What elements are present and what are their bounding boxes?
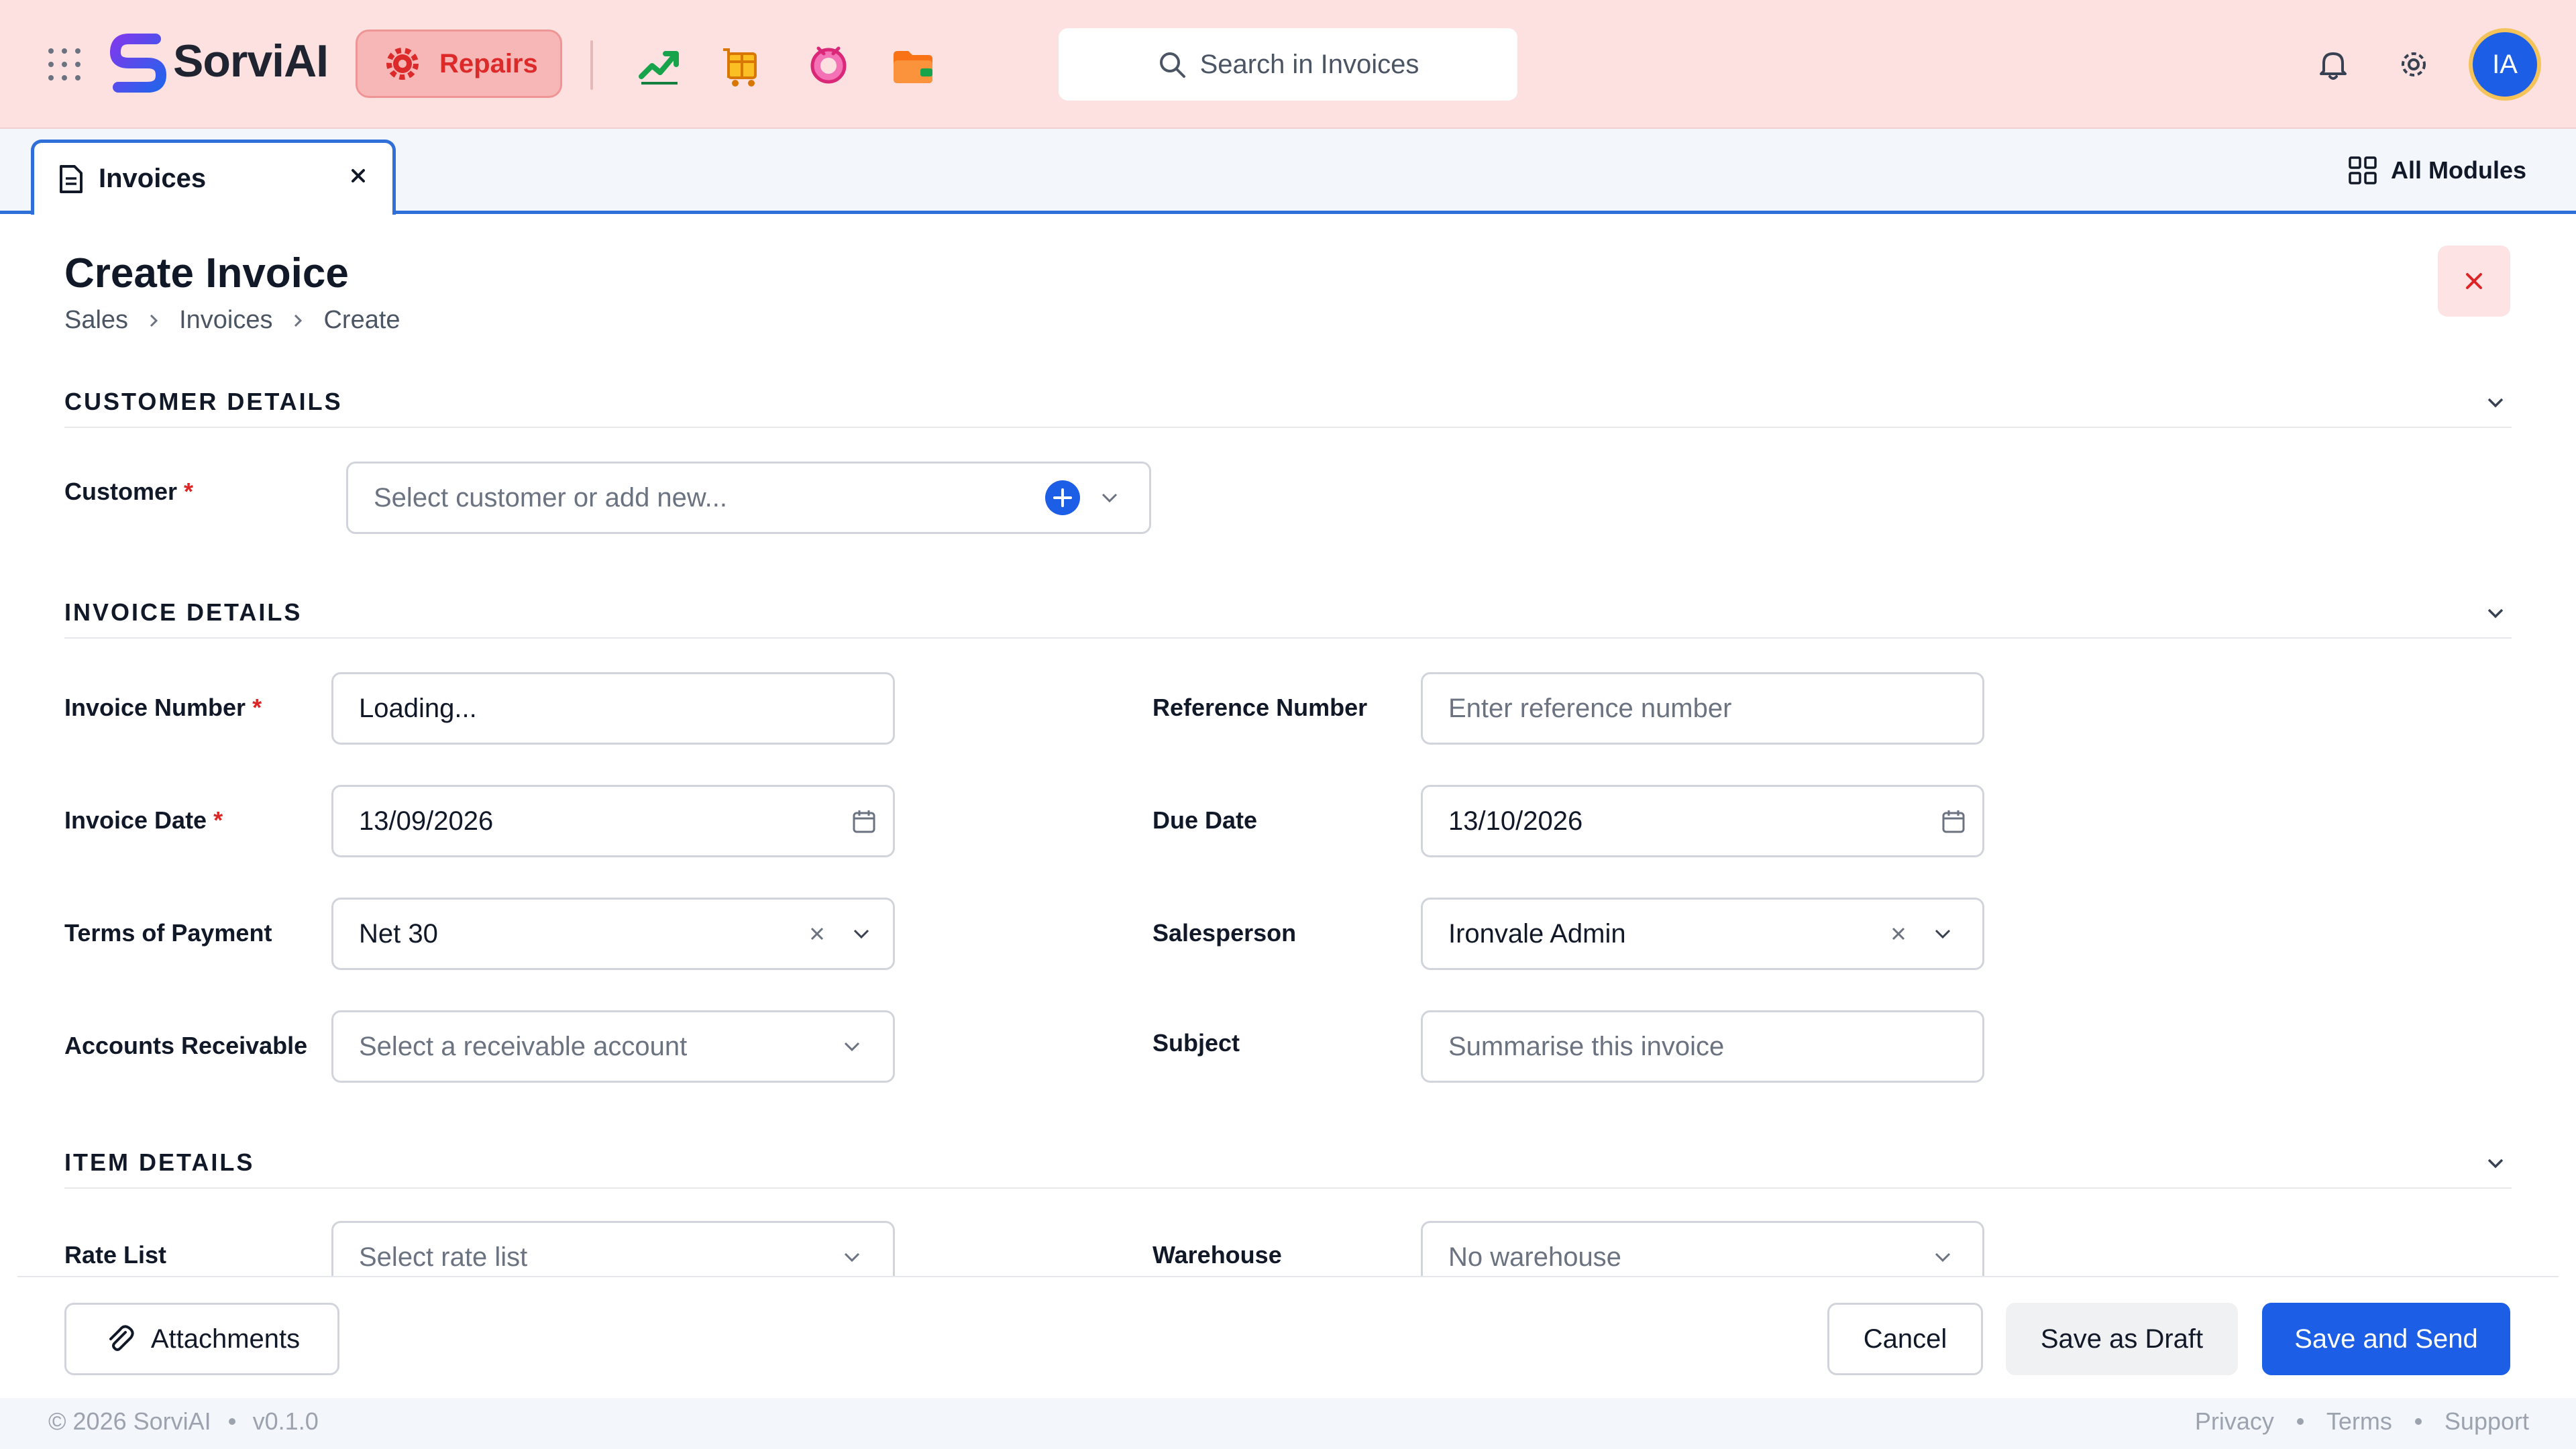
- paperclip-icon: [104, 1323, 136, 1355]
- chevron-right-icon: [288, 311, 307, 330]
- cancel-button[interactable]: Cancel: [1827, 1303, 1983, 1375]
- user-avatar[interactable]: IA: [2469, 28, 2541, 101]
- settings-gear-icon[interactable]: [2395, 46, 2432, 83]
- tab-invoices[interactable]: Invoices: [31, 140, 396, 215]
- collapse-invoice-chevron-icon[interactable]: [2482, 600, 2509, 627]
- collapse-customer-chevron-icon[interactable]: [2482, 389, 2509, 416]
- clear-x-icon[interactable]: [804, 920, 830, 947]
- terms-of-payment-label: Terms of Payment: [64, 919, 272, 947]
- reference-number-field[interactable]: Enter reference number: [1421, 672, 1984, 745]
- brand-name: SorviAI: [173, 36, 329, 87]
- copyright-text: © 2026 SorviAI: [48, 1407, 211, 1435]
- document-icon: [57, 164, 84, 195]
- breadcrumb-sales[interactable]: Sales: [64, 306, 128, 335]
- tab-label: Invoices: [99, 164, 207, 193]
- separator-dot: [2414, 1418, 2422, 1425]
- close-tab-icon[interactable]: [345, 162, 372, 189]
- attachments-label: Attachments: [150, 1324, 301, 1354]
- action-bar-divider: [17, 1276, 2559, 1277]
- global-search-input[interactable]: Search in Invoices: [1059, 28, 1517, 101]
- service-badge-module-icon[interactable]: [805, 42, 852, 89]
- section-divider: [64, 427, 2512, 428]
- clear-x-icon[interactable]: [1885, 920, 1912, 947]
- invoice-number-label: Invoice Number *: [64, 694, 262, 721]
- section-divider: [64, 1187, 2512, 1189]
- close-page-button[interactable]: [2438, 246, 2510, 317]
- sales-chart-module-icon[interactable]: [636, 42, 683, 89]
- footer-links: Privacy Terms Support: [2195, 1407, 2529, 1436]
- calendar-icon[interactable]: [851, 808, 877, 835]
- wallet-folder-module-icon[interactable]: [890, 42, 936, 89]
- item-details-row-clip: Rate List Select rate list Warehouse No …: [0, 1221, 2576, 1276]
- chevron-down-icon[interactable]: [839, 1033, 865, 1060]
- terms-link[interactable]: Terms: [2326, 1407, 2392, 1436]
- due-date-label: Due Date: [1152, 806, 1258, 834]
- save-and-send-button[interactable]: Save and Send: [2262, 1303, 2510, 1375]
- page-title: Create Invoice: [64, 250, 349, 297]
- support-link[interactable]: Support: [2445, 1407, 2529, 1436]
- breadcrumb-create: Create: [323, 306, 400, 334]
- rate-list-label: Rate List: [64, 1241, 167, 1269]
- calendar-icon[interactable]: [1940, 808, 1967, 835]
- active-module-repairs-button[interactable]: Repairs: [356, 30, 562, 98]
- section-title-invoice: INVOICE DETAILS: [64, 598, 303, 626]
- close-icon: [2461, 268, 2487, 294]
- grid-icon: [2348, 156, 2377, 185]
- footer-left: © 2026 SorviAI v0.1.0: [48, 1407, 319, 1436]
- search-placeholder: Search in Invoices: [1199, 49, 1419, 79]
- accounts-receivable-select[interactable]: Select a receivable account: [331, 1010, 895, 1083]
- chevron-down-icon[interactable]: [1096, 484, 1123, 511]
- separator-dot: [228, 1418, 235, 1425]
- attachments-button[interactable]: Attachments: [64, 1303, 339, 1375]
- customer-label: Customer *: [64, 478, 194, 505]
- section-title-items: ITEM DETAILS: [64, 1148, 255, 1176]
- repairs-label: Repairs: [439, 48, 538, 78]
- rate-list-select[interactable]: Select rate list: [331, 1221, 895, 1276]
- accounts-receivable-label: Accounts Receivable: [64, 1032, 308, 1059]
- inventory-boxes-module-icon[interactable]: [720, 42, 767, 89]
- salesperson-label: Salesperson: [1152, 919, 1297, 947]
- topbar-divider: [590, 40, 593, 90]
- warehouse-select[interactable]: No warehouse: [1421, 1221, 1984, 1276]
- invoice-number-field[interactable]: Loading...: [331, 672, 895, 745]
- all-modules-label: All Modules: [2391, 156, 2527, 184]
- chevron-down-icon[interactable]: [1929, 920, 1956, 947]
- customer-select[interactable]: Select customer or add new...: [346, 462, 1151, 534]
- repairs-gear-icon: [383, 44, 422, 83]
- chevron-right-icon: [144, 311, 163, 330]
- chevron-down-icon[interactable]: [1929, 1244, 1956, 1271]
- all-modules-button[interactable]: All Modules: [2348, 153, 2526, 188]
- subject-field[interactable]: Summarise this invoice: [1421, 1010, 1984, 1083]
- section-divider: [64, 637, 2512, 639]
- breadcrumb-invoices[interactable]: Invoices: [179, 306, 272, 335]
- footer: [0, 1398, 2576, 1449]
- save-as-draft-button[interactable]: Save as Draft: [2006, 1303, 2238, 1375]
- chevron-down-icon[interactable]: [848, 920, 875, 947]
- app-launcher-grid-icon[interactable]: [47, 47, 82, 82]
- reference-number-label: Reference Number: [1152, 694, 1368, 721]
- invoice-date-label: Invoice Date *: [64, 806, 223, 834]
- add-customer-plus-icon[interactable]: [1044, 479, 1081, 517]
- section-title-customer: CUSTOMER DETAILS: [64, 388, 343, 415]
- main-content-area: [0, 214, 2576, 1354]
- breadcrumb: Sales Invoices Create: [64, 306, 400, 335]
- invoice-date-field[interactable]: 13/09/2026: [331, 785, 895, 857]
- notifications-bell-icon[interactable]: [2314, 46, 2352, 83]
- subject-label: Subject: [1152, 1029, 1240, 1057]
- due-date-field[interactable]: 13/10/2026: [1421, 785, 1984, 857]
- privacy-link[interactable]: Privacy: [2195, 1407, 2274, 1436]
- chevron-down-icon[interactable]: [839, 1244, 865, 1271]
- collapse-items-chevron-icon[interactable]: [2482, 1150, 2509, 1177]
- search-icon: [1157, 50, 1187, 79]
- warehouse-label: Warehouse: [1152, 1241, 1282, 1269]
- separator-dot: [2296, 1418, 2304, 1425]
- brand-logo-icon: [109, 32, 168, 94]
- version-text: v0.1.0: [252, 1407, 319, 1435]
